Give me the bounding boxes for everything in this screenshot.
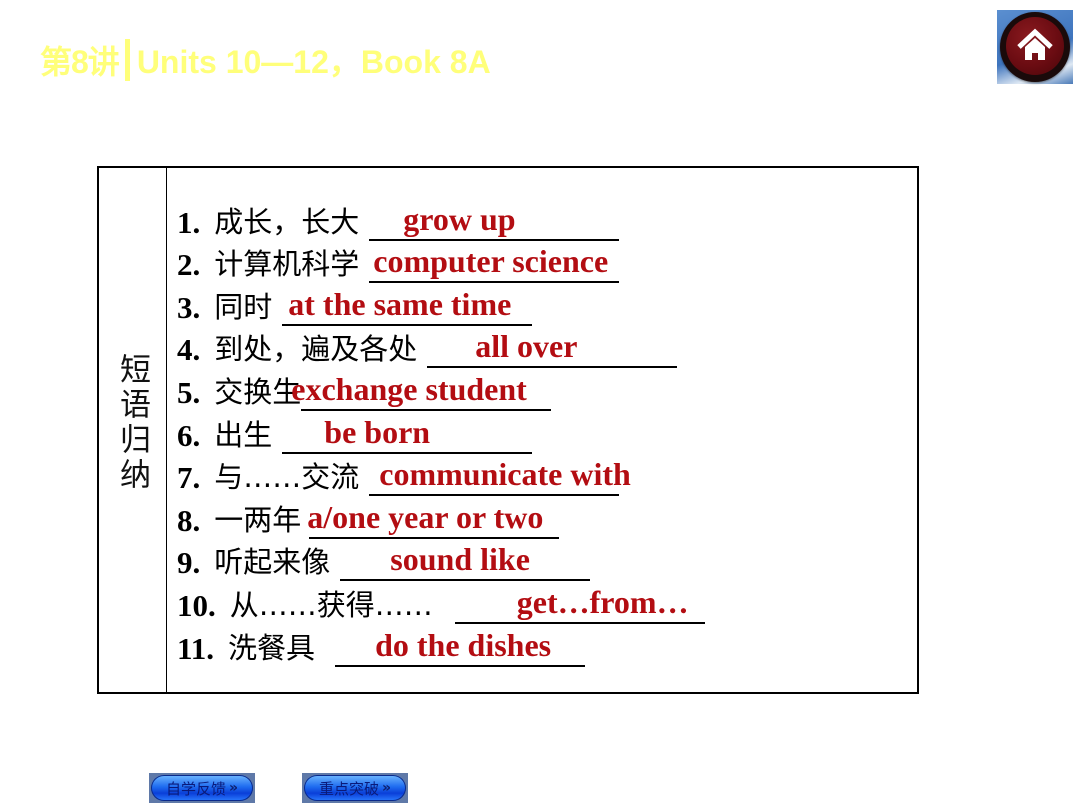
lecture-number: 第8讲	[40, 44, 120, 80]
phrase-chinese: 到处，遍及各处	[214, 332, 418, 367]
phrase-item: 9. 听起来像 sound like	[177, 539, 705, 582]
self-study-feedback-pill: 自学反馈 »	[151, 775, 253, 801]
phrase-number: 4.	[177, 332, 201, 368]
phrase-number: 9.	[177, 545, 201, 581]
self-study-feedback-button[interactable]: 自学反馈 »	[149, 773, 255, 803]
phrase-answer: get…from…	[516, 583, 689, 620]
chevron-right-icon: »	[381, 780, 392, 796]
page-title: 第8讲 Units 10—12，Book 8A	[40, 36, 491, 84]
answer-blank: grow up	[369, 203, 620, 241]
phrase-answer: at the same time	[288, 285, 512, 322]
phrase-answer: computer science	[373, 243, 609, 280]
home-button[interactable]	[997, 10, 1073, 84]
phrase-list: 1. 成长，长大 grow up 2. 计算机科学 computer science 3. 同…	[177, 198, 705, 667]
phrase-chinese: 计算机科学	[214, 247, 360, 282]
phrase-answer: sound like	[390, 541, 530, 578]
phrase-chinese: 洗餐具	[228, 630, 316, 665]
phrase-answer: do the dishes	[375, 626, 552, 663]
answer-blank: get…from…	[454, 586, 705, 624]
phrase-item: 3. 同时 at the same time	[177, 283, 705, 326]
phrase-chinese: 成长，长大	[214, 204, 360, 239]
phrase-answer: a/one year or two	[307, 498, 544, 535]
key-breakthrough-button[interactable]: 重点突破 »	[302, 773, 408, 803]
phrase-number: 6.	[177, 417, 201, 453]
phrase-number: 1.	[177, 204, 201, 240]
phrase-item: 2. 计算机科学 computer science	[177, 241, 705, 284]
phrase-number: 10.	[177, 587, 216, 623]
phrase-number: 11.	[177, 630, 215, 666]
phrase-answer: be born	[324, 413, 431, 450]
answer-blank: sound like	[340, 543, 591, 582]
answer-blank: a/one year or two	[307, 501, 560, 539]
phrase-chinese: 同时	[214, 289, 273, 324]
phrase-number: 7.	[177, 460, 201, 496]
answer-blank: at the same time	[282, 288, 533, 326]
home-icon	[1017, 28, 1053, 60]
answer-blank: all over	[427, 330, 678, 369]
answer-blank: computer science	[369, 245, 620, 284]
phrase-number: 8.	[177, 502, 201, 538]
phrase-chinese: 与……交流	[214, 460, 360, 495]
side-label-cell: 短语归纳	[99, 168, 167, 692]
answer-blank: do the dishes	[335, 629, 586, 667]
phrase-chinese: 从……获得……	[229, 587, 433, 622]
answer-blank: exchange student	[291, 373, 552, 411]
answer-blank: be born	[282, 416, 533, 454]
unit-title: Units 10—12，Book 8A	[136, 44, 491, 80]
answer-blank: communicate with	[369, 458, 631, 497]
key-breakthrough-pill: 重点突破 »	[304, 775, 406, 801]
phrase-item: 7. 与……交流 communicate with	[177, 454, 705, 497]
phrase-chinese: 听起来像	[214, 545, 331, 580]
key-breakthrough-label: 重点突破	[318, 779, 379, 798]
title-divider	[124, 39, 130, 81]
phrase-summary-table: 短语归纳 1. 成长，长大 grow up 2. 计算机科学 computer scien…	[97, 166, 919, 694]
phrase-answer: all over	[475, 328, 578, 365]
phrase-chinese: 一两年	[214, 502, 302, 537]
phrase-answer: communicate with	[379, 456, 631, 493]
side-label: 短语归纳	[114, 353, 150, 493]
phrase-answer: grow up	[403, 200, 516, 237]
phrase-item: 11. 洗餐具 do the dishes	[177, 624, 705, 667]
self-study-feedback-label: 自学反馈	[165, 779, 226, 798]
phrase-chinese: 交换生	[214, 374, 302, 409]
phrase-item: 8. 一两年 a/one year or two	[177, 496, 705, 539]
phrase-item: 5. 交换生 exchange student	[177, 368, 705, 411]
phrase-item: 4. 到处，遍及各处 all over	[177, 326, 705, 369]
phrase-number: 3.	[177, 289, 201, 325]
phrase-item: 6. 出生 be born	[177, 411, 705, 454]
chevron-right-icon: »	[228, 780, 239, 796]
phrase-chinese: 出生	[214, 417, 273, 452]
phrase-item: 1. 成长，长大 grow up	[177, 198, 705, 241]
phrase-number: 5.	[177, 374, 201, 410]
phrase-answer: exchange student	[291, 370, 527, 407]
phrase-list-cell: 1. 成长，长大 grow up 2. 计算机科学 computer science 3. 同…	[167, 168, 917, 692]
phrase-number: 2.	[177, 247, 201, 283]
phrase-item: 10. 从……获得…… get…from…	[177, 581, 705, 624]
